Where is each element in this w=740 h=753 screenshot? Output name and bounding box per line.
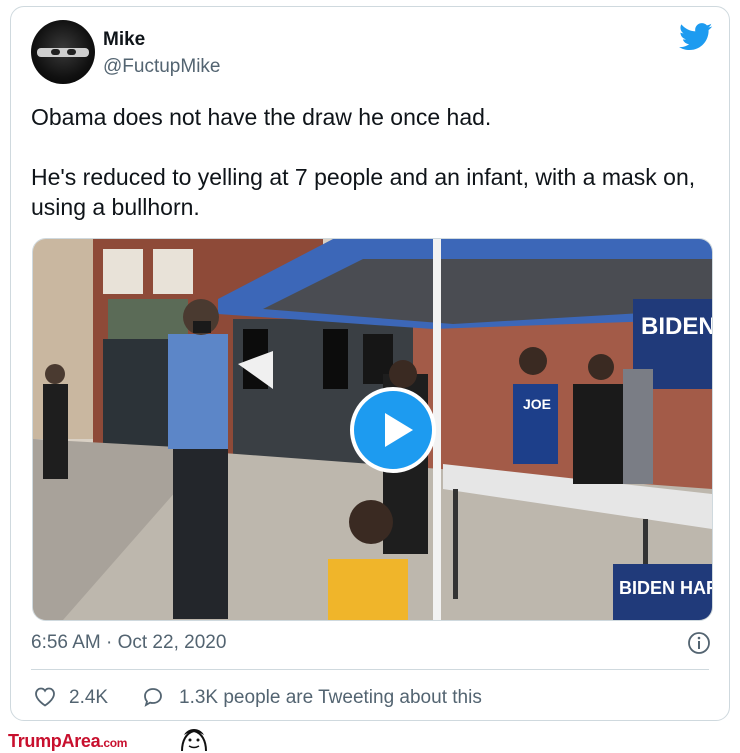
avatar-eye [67, 49, 76, 55]
tweeting-count[interactable]: 1.3K people are Tweeting about this [179, 687, 482, 709]
avatar-band [37, 48, 89, 57]
avatar[interactable] [31, 20, 95, 84]
user-handle[interactable]: @FuctupMike [103, 56, 221, 78]
campaign-sign-text: BIDEN HARRIS [619, 578, 712, 598]
avatar-eye [51, 49, 60, 55]
play-icon[interactable] [350, 387, 436, 473]
info-icon[interactable] [687, 631, 711, 655]
shirt-text: JOE [523, 396, 551, 412]
tweet-card[interactable]: Mike @FuctupMike Obama does not have the… [10, 6, 730, 721]
watermark-brand: TrumpArea [8, 731, 101, 751]
watermark-logo-icon [181, 729, 207, 752]
tweet-timestamp[interactable]: 6:56 AM · Oct 22, 2020 [31, 632, 226, 654]
like-count[interactable]: 2.4K [69, 687, 108, 709]
speech-bubble-icon[interactable] [141, 685, 165, 709]
divider [31, 669, 709, 670]
twitter-bird-icon[interactable] [679, 23, 713, 51]
display-name[interactable]: Mike [103, 29, 145, 51]
tweet-text: Obama does not have the draw he once had… [31, 104, 696, 220]
watermark-suffix: .com [100, 736, 128, 750]
watermark: TrumpArea.com [8, 731, 127, 752]
video-player[interactable]: BIDEN HARRIS BIDEN HARRIS JOE [32, 238, 713, 621]
campaign-sign-text: BIDEN HARRIS [641, 313, 712, 340]
heart-icon[interactable] [33, 685, 57, 707]
